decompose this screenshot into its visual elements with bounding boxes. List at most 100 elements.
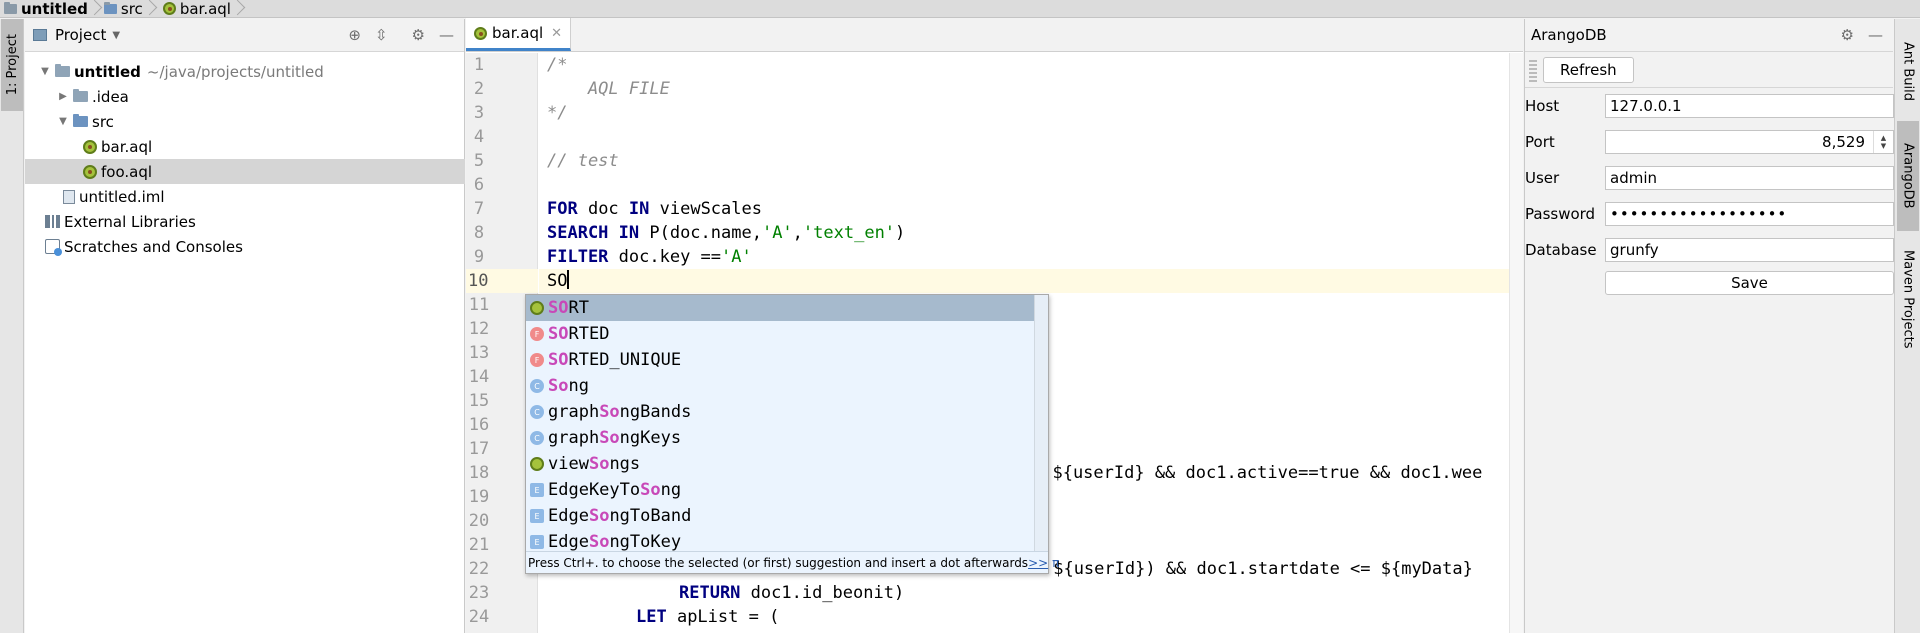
expanded-arrow-icon[interactable]: ▼: [57, 116, 69, 127]
collapse-all-icon[interactable]: ⇳: [375, 26, 388, 44]
completion-text: ngToKey: [609, 532, 682, 552]
code-text: doc1.id_beonit): [740, 583, 905, 603]
code-line: RETURN doc1.id_beonit): [539, 581, 1523, 605]
breadcrumb-label: untitled: [21, 0, 88, 18]
completion-item[interactable]: C graph So ngKeys: [526, 425, 1034, 451]
line-number: 3: [473, 103, 485, 123]
tree-item-src[interactable]: ▼ src: [25, 109, 465, 134]
line-number: 1: [473, 55, 485, 75]
completion-text: graph: [548, 402, 600, 422]
close-icon[interactable]: ✕: [551, 26, 562, 41]
collection-icon: C: [530, 405, 544, 419]
tree-item-external-libraries[interactable]: External Libraries: [25, 209, 465, 234]
code-line: /*: [539, 53, 1523, 77]
port-spinner[interactable]: 8,529 ▲ ▼: [1605, 130, 1894, 154]
refresh-button[interactable]: Refresh: [1543, 56, 1634, 83]
tree-item-foo-aql[interactable]: foo.aql: [25, 159, 465, 184]
editor-scrollbar[interactable]: [1509, 53, 1523, 633]
breadcrumb-item-src[interactable]: src: [100, 0, 147, 18]
gear-icon[interactable]: ⚙: [1841, 26, 1854, 44]
completion-match: So: [640, 480, 661, 500]
tree-item-bar-aql[interactable]: bar.aql: [25, 134, 465, 159]
completion-item[interactable]: F SO RTED: [526, 321, 1034, 347]
locate-icon[interactable]: ⊕: [348, 26, 361, 44]
expanded-arrow-icon[interactable]: ▼: [39, 66, 51, 77]
code-comment: */: [547, 103, 568, 123]
folder-icon: [55, 64, 70, 77]
project-icon: [33, 29, 47, 41]
gear-icon[interactable]: ⚙: [412, 26, 425, 44]
code-keyword: SEARCH IN: [547, 223, 640, 243]
completion-text: Edge: [548, 506, 589, 526]
project-tool-tab-label: 1: Project: [4, 34, 20, 96]
password-input[interactable]: ••••••••••••••••••: [1605, 202, 1894, 226]
tree-item-untitled[interactable]: ▼ untitled ~/java/projects/untitled: [25, 59, 465, 84]
tree-item-idea[interactable]: ▶ .idea: [25, 84, 465, 109]
code-text: = ${userId} && doc1.active==true && doc1…: [1032, 463, 1483, 483]
project-view-selector[interactable]: Project: [55, 26, 106, 44]
project-tool-tab[interactable]: 1: Project: [1, 19, 23, 111]
minimize-icon[interactable]: —: [1868, 26, 1883, 44]
tree-item-label: untitled: [74, 62, 141, 81]
line-number: 2: [473, 79, 485, 99]
completion-item[interactable]: C So ng: [526, 373, 1034, 399]
code-line: FILTER doc.key =='A': [539, 245, 1523, 269]
completion-match: So: [548, 376, 569, 396]
completion-hint-link[interactable]: >>: [1028, 556, 1048, 570]
completion-hint-text: Press Ctrl+. to choose the selected (or …: [528, 555, 1029, 570]
tab-bar-aql[interactable]: bar.aql ✕: [466, 18, 572, 51]
code-line: // test: [539, 149, 1523, 173]
completion-item[interactable]: C graph So ngBands: [526, 399, 1034, 425]
completion-text: graph: [548, 428, 600, 448]
completion-match: So: [599, 402, 620, 422]
completion-item[interactable]: F SO RTED_UNIQUE: [526, 347, 1034, 373]
save-button[interactable]: Save: [1605, 271, 1894, 295]
line-number: 14: [468, 367, 490, 387]
arangodb-panel-title: ArangoDB: [1531, 26, 1607, 44]
completion-item[interactable]: SO RT: [526, 295, 1034, 321]
tree-item-untitled-iml[interactable]: untitled.iml: [25, 184, 465, 209]
code-keyword: FILTER: [547, 247, 609, 267]
maven-projects-tool-tab[interactable]: Maven Projects: [1897, 233, 1919, 365]
completion-text: RTED: [568, 324, 610, 344]
code-completion-popup: SO RT F SO RTED F SO RTED_UNIQUE C So ng C g…: [525, 294, 1059, 574]
completion-scrollbar[interactable]: [1034, 295, 1048, 553]
breadcrumb: untitled src bar.aql: [0, 0, 1920, 18]
tree-item-scratches[interactable]: Scratches and Consoles: [25, 234, 465, 259]
line-number: 4: [473, 127, 485, 147]
arangodb-panel: ArangoDB ⚙ — Refresh Host 127.0.0.1 Port…: [1524, 19, 1894, 633]
code-text: ,: [792, 223, 803, 243]
line-number: 20: [468, 511, 490, 531]
completion-item[interactable]: E EdgeKeyTo So ng: [526, 477, 1034, 503]
completion-item[interactable]: E Edge So ngToBand: [526, 503, 1034, 529]
completion-text: ng: [660, 480, 682, 500]
tree-item-label: foo.aql: [101, 162, 153, 181]
line-number: 12: [468, 319, 490, 339]
completion-item[interactable]: view So ngs: [526, 451, 1034, 477]
completion-match: SO: [548, 350, 569, 370]
collapsed-arrow-icon[interactable]: ▶: [57, 91, 69, 102]
ant-build-tool-tab[interactable]: Ant Build: [1897, 23, 1919, 119]
password-label: Password: [1525, 205, 1596, 223]
line-number: 5: [473, 151, 485, 171]
completion-text: RT: [568, 298, 589, 318]
maven-projects-tab-label: Maven Projects: [1900, 249, 1916, 349]
edge-collection-icon: E: [530, 535, 544, 549]
pi-icon[interactable]: π: [1052, 556, 1059, 570]
host-input[interactable]: 127.0.0.1: [1605, 94, 1894, 118]
chevron-down-icon[interactable]: ▼: [112, 30, 120, 41]
user-input[interactable]: admin: [1605, 166, 1894, 190]
line-number-current: 10: [466, 269, 538, 293]
edge-collection-icon: E: [530, 509, 544, 523]
minimize-icon[interactable]: —: [439, 26, 454, 44]
code-line: FOR doc IN viewScales: [539, 197, 1523, 221]
breadcrumb-item-project[interactable]: untitled: [0, 0, 92, 18]
database-input[interactable]: grunfy: [1605, 238, 1894, 262]
completion-match: So: [588, 454, 610, 474]
library-icon: [45, 215, 60, 228]
arangodb-tool-tab[interactable]: ArangoDB: [1897, 121, 1919, 231]
breadcrumb-item-file[interactable]: bar.aql: [155, 0, 235, 18]
spinner-arrows-icon[interactable]: ▲ ▼: [1873, 131, 1893, 153]
completion-text: ngs: [609, 454, 641, 474]
arangodb-tab-label: ArangoDB: [1900, 143, 1916, 209]
